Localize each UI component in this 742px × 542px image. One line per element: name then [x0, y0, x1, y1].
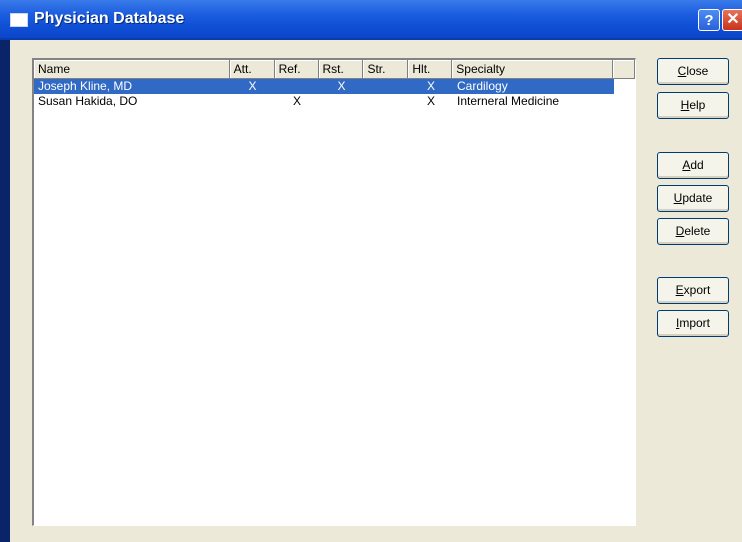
help-button[interactable]: Help: [657, 92, 729, 119]
column-header-filler: [613, 60, 635, 79]
delete-button-label: elete: [684, 224, 711, 238]
export-button[interactable]: Export: [657, 277, 729, 304]
add-button-label: dd: [690, 158, 704, 172]
close-button[interactable]: Close: [657, 58, 729, 85]
cell-str: [364, 79, 409, 94]
column-header-rst[interactable]: Rst.: [318, 60, 364, 79]
help-button-label: elp: [689, 98, 706, 112]
help-icon[interactable]: ?: [698, 9, 720, 31]
window-icon: [10, 13, 28, 27]
close-button-label: lose: [686, 64, 709, 78]
title-bar[interactable]: Physician Database ? ✕: [0, 0, 742, 40]
cell-specialty: Cardilogy: [457, 79, 508, 93]
dialog-window: Physician Database ? ✕ Name Att. Ref. Rs…: [0, 0, 742, 542]
list-header: Name Att. Ref. Rst. Str. Hlt. Specialty: [34, 60, 635, 79]
cell-specialty: Interneral Medicine: [457, 94, 560, 108]
cell-rst: [319, 94, 364, 109]
update-button-label: pdate: [682, 191, 713, 205]
column-header-specialty[interactable]: Specialty: [452, 60, 614, 79]
cell-att: X: [248, 79, 257, 93]
dialog-client-area: Name Att. Ref. Rst. Str. Hlt. Specialty …: [10, 40, 742, 542]
cell-rst: X: [337, 79, 346, 93]
cell-hlt: X: [426, 79, 435, 93]
delete-button-hotkey: D: [675, 224, 685, 238]
add-button[interactable]: Add: [657, 152, 729, 179]
column-header-att[interactable]: Att.: [229, 60, 275, 79]
cell-ref: [275, 79, 319, 94]
import-button[interactable]: Import: [657, 310, 729, 337]
export-button-hotkey: E: [675, 283, 684, 297]
delete-button[interactable]: Delete: [657, 218, 729, 245]
cell-hlt: X: [426, 94, 435, 108]
close-icon[interactable]: ✕: [722, 9, 742, 31]
import-button-label: mport: [679, 316, 711, 330]
update-button[interactable]: Update: [657, 185, 729, 212]
column-header-str[interactable]: Str.: [363, 60, 409, 79]
cell-name: Susan Hakida, DO: [38, 94, 138, 108]
column-header-hlt[interactable]: Hlt.: [408, 60, 453, 79]
cell-name: Joseph Kline, MD: [38, 79, 133, 93]
column-header-name[interactable]: Name: [34, 60, 230, 79]
table-row[interactable]: Susan Hakida, DO X X Interneral Medicine: [34, 94, 614, 109]
export-button-label: xport: [683, 283, 711, 297]
cell-str: [364, 94, 409, 109]
window-title: Physician Database: [34, 10, 185, 27]
cell-ref: X: [292, 94, 301, 108]
update-button-hotkey: U: [673, 191, 683, 205]
physician-list[interactable]: Name Att. Ref. Rst. Str. Hlt. Specialty …: [32, 58, 636, 526]
column-header-ref[interactable]: Ref.: [274, 60, 319, 79]
table-row[interactable]: Joseph Kline, MD X X X Cardilogy: [34, 79, 614, 94]
cell-att: [230, 94, 275, 109]
